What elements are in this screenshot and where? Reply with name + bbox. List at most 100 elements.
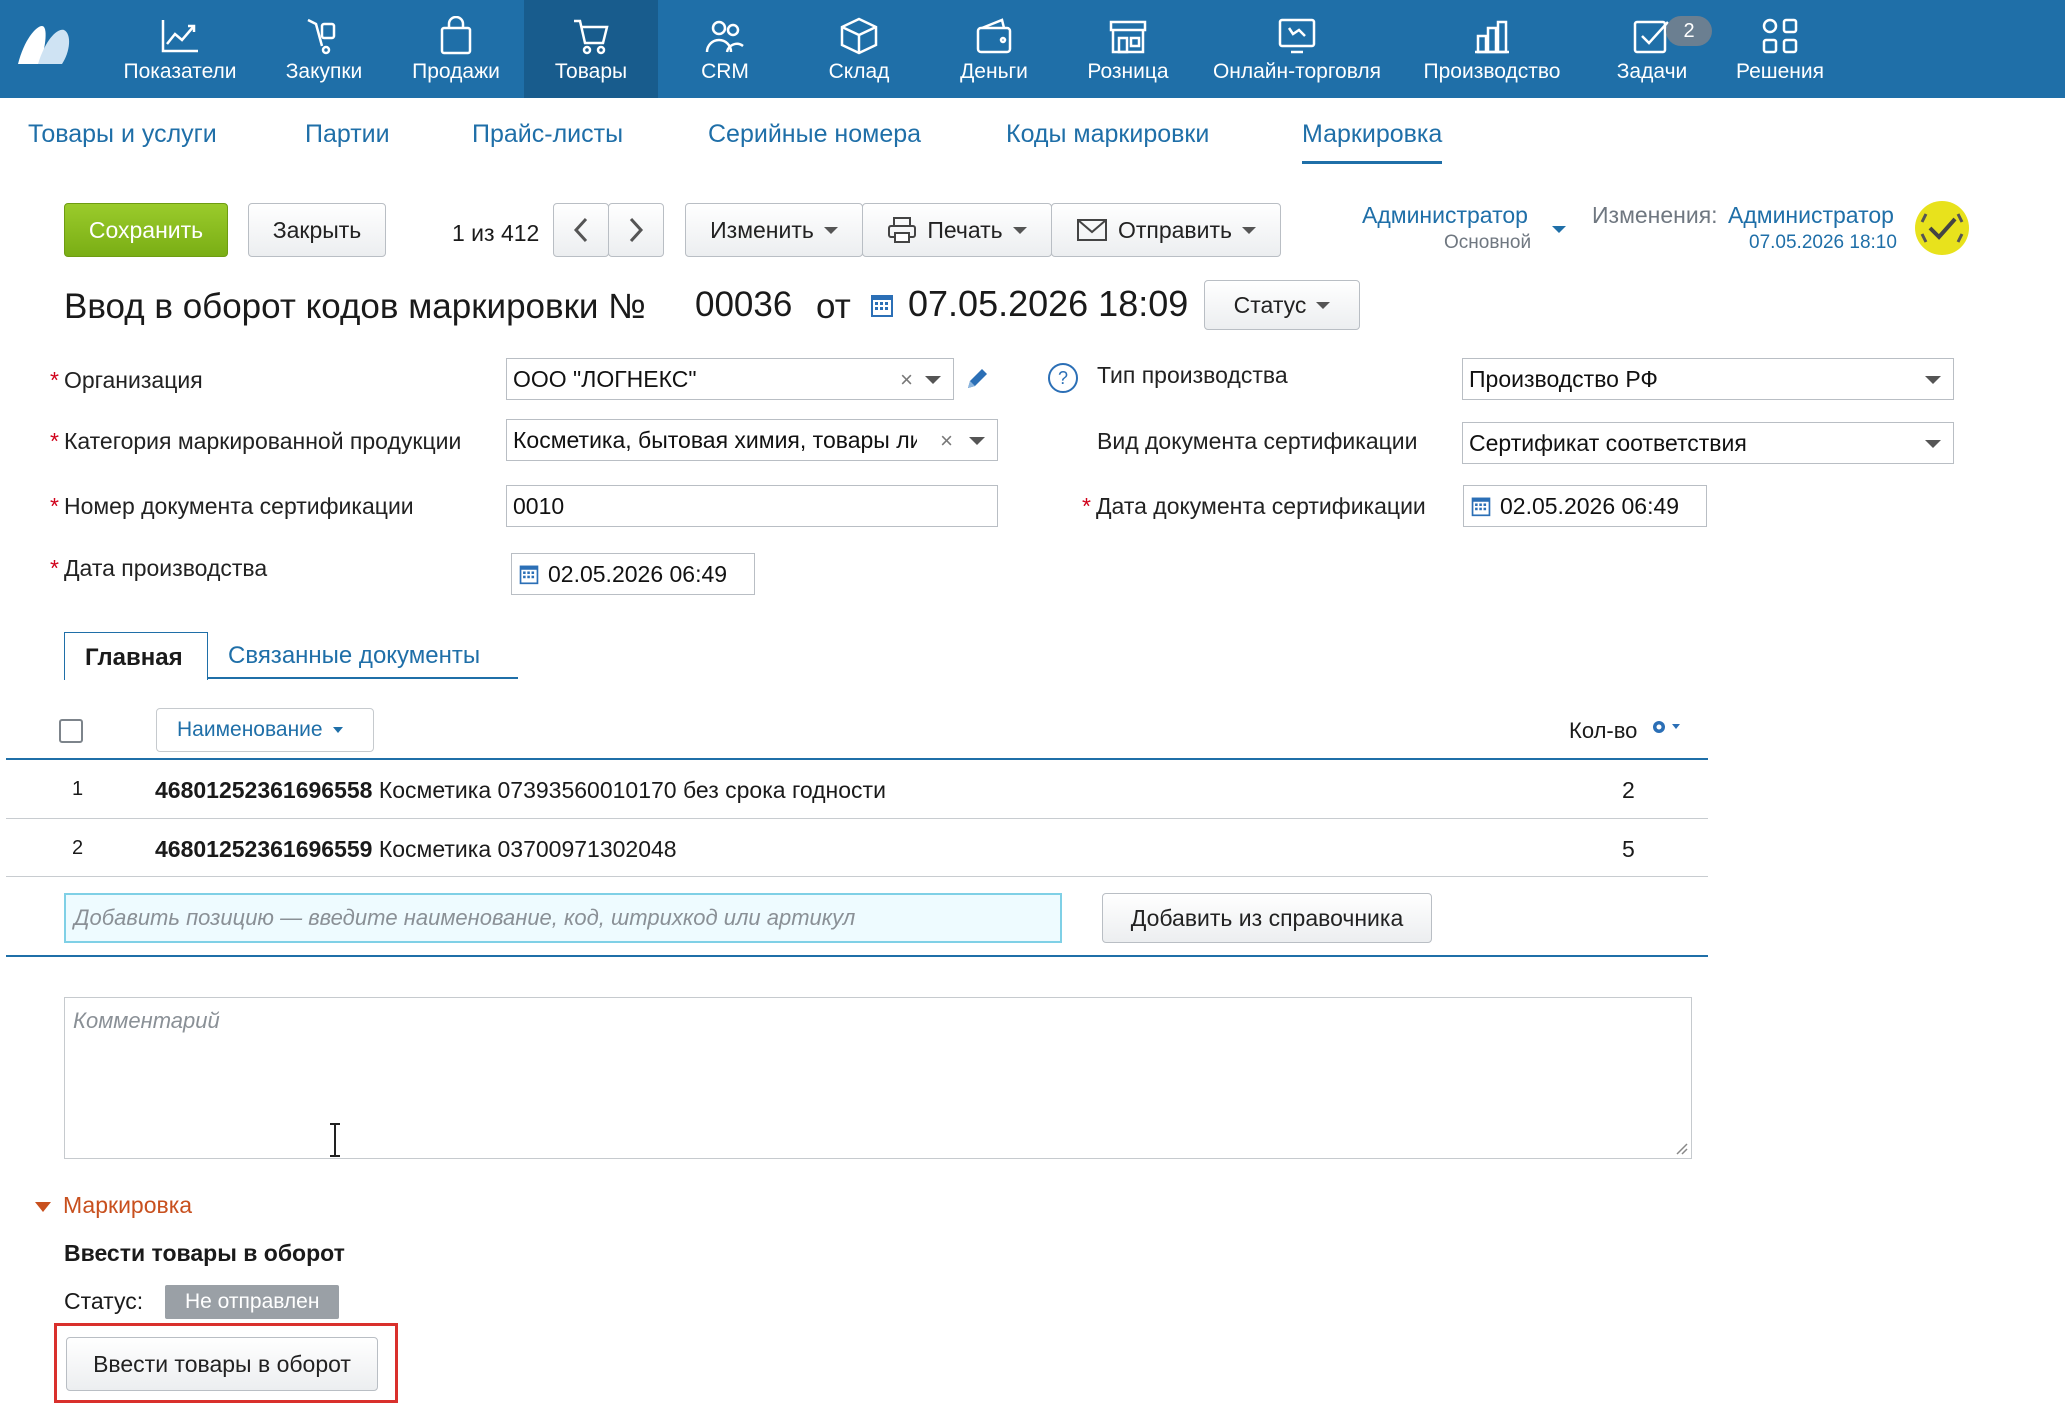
cert-number-input[interactable]: 0010 [506, 485, 998, 527]
collapse-triangle-icon[interactable] [34, 1200, 52, 1214]
cert-date-value: 02.05.2026 06:49 [1500, 492, 1680, 519]
select-all-checkbox[interactable] [59, 719, 83, 743]
row-product[interactable]: 46801252361696559 Косметика 037009713020… [155, 836, 677, 863]
production-type-value: Производство РФ [1469, 365, 1658, 392]
column-header-name[interactable]: Наименование [156, 708, 374, 752]
user-menu-caret-icon[interactable] [1552, 226, 1566, 233]
row-number: 2 [72, 837, 84, 859]
nav-money[interactable]: Деньги [946, 0, 1042, 98]
send-menu-button[interactable]: Отправить [1051, 203, 1281, 257]
subtab-price-lists[interactable]: Прайс-листы [472, 120, 623, 149]
nav-indicators[interactable]: Показатели [116, 0, 244, 98]
nav-purchases[interactable]: Закупки [274, 0, 374, 98]
nav-warehouse[interactable]: Склад [814, 0, 904, 98]
nav-solutions[interactable]: Решения [1726, 0, 1834, 98]
print-label: Печать [927, 216, 1003, 243]
marking-heading: Ввести товары в оборот [64, 1240, 345, 1266]
row-qty[interactable]: 5 [1622, 836, 1635, 863]
nav-label: Производство [1423, 60, 1561, 83]
tab-main-label: Главная [85, 644, 183, 671]
production-date-input[interactable]: 02.05.2026 06:49 [511, 553, 755, 595]
pencil-icon[interactable] [964, 366, 990, 392]
changes-user-link[interactable]: Администратор [1728, 202, 1894, 229]
dropdown-arrow-icon[interactable] [925, 376, 941, 384]
save-button[interactable]: Сохранить [64, 203, 228, 257]
chart-icon [158, 14, 202, 58]
subtab-serial-numbers[interactable]: Серийные номера [708, 120, 921, 149]
dropdown-arrow-icon[interactable] [1925, 376, 1941, 384]
sort-caret-icon [332, 727, 343, 733]
next-button[interactable] [608, 203, 664, 257]
wallet-icon [972, 14, 1016, 58]
cert-kind-select[interactable]: Сертификат соответствия [1462, 422, 1954, 464]
box-icon [837, 14, 881, 58]
dropdown-arrow-icon[interactable] [969, 437, 985, 445]
dropdown-arrow-icon[interactable] [1925, 440, 1941, 448]
help-icon[interactable]: ? [1047, 362, 1079, 394]
org-value: ООО "ЛОГНЕКС" [513, 365, 697, 392]
nav-label: Задачи [1616, 60, 1688, 83]
subtab-goods-services[interactable]: Товары и услуги [28, 120, 217, 149]
tab-related-docs[interactable]: Связанные документы [228, 642, 480, 670]
category-select[interactable]: Косметика, бытовая химия, товары личной … [506, 419, 998, 461]
status-button[interactable]: Статус [1204, 280, 1360, 330]
prev-button[interactable] [553, 203, 609, 257]
nav-production[interactable]: Производство [1414, 0, 1570, 98]
resize-handle-icon[interactable] [1674, 1141, 1688, 1155]
nav-sales[interactable]: Продажи [404, 0, 508, 98]
doc-from-label: от [816, 287, 851, 326]
row-product[interactable]: 46801252361696558 Косметика 073935600101… [155, 777, 886, 804]
close-button[interactable]: Закрыть [248, 203, 386, 257]
add-from-catalog-button[interactable]: Добавить из справочника [1102, 893, 1432, 943]
category-value: Косметика, бытовая химия, товары личной … [513, 426, 917, 453]
calendar-icon[interactable] [870, 292, 894, 318]
cert-number-value: 0010 [513, 492, 565, 519]
nav-retail[interactable]: Розница [1078, 0, 1178, 98]
nav-label: Показатели [123, 60, 237, 83]
put-into-circulation-button[interactable]: Ввести товары в оборот [66, 1337, 378, 1391]
calendar-icon[interactable] [1470, 495, 1492, 517]
clear-icon[interactable]: × [936, 428, 957, 454]
doc-number[interactable]: 00036 [695, 285, 792, 325]
logo-icon[interactable] [16, 20, 74, 68]
caret-down-icon [1012, 226, 1027, 234]
nav-label: Склад [828, 60, 890, 83]
chevron-right-icon [629, 217, 644, 243]
user-name-link[interactable]: Администратор [1362, 202, 1528, 229]
status-badge: Не отправлен [165, 1285, 340, 1319]
clear-icon[interactable]: × [900, 367, 913, 393]
subtab-batches[interactable]: Партии [305, 120, 390, 149]
nav-label: Товары [554, 60, 628, 83]
tab-main[interactable]: Главная [64, 632, 208, 680]
add-position-input[interactable]: Добавить позицию — введите наименование,… [64, 893, 1062, 943]
send-label: Отправить [1117, 216, 1233, 243]
svg-text:?: ? [1058, 368, 1068, 388]
row-divider [6, 818, 1708, 819]
sync-status-icon[interactable] [1914, 200, 1970, 256]
nav-tasks[interactable]: Задачи [1604, 0, 1700, 98]
store-icon [1106, 14, 1150, 58]
cert-date-label: * Дата документа сертификации [1082, 493, 1426, 519]
doc-date[interactable]: 07.05.2026 18:09 [908, 283, 1188, 325]
subtab-marking[interactable]: Маркировка [1302, 120, 1443, 164]
chevron-left-icon [573, 217, 588, 243]
comment-textarea[interactable]: Комментарий [64, 997, 1692, 1159]
shopping-cart-icon [569, 14, 613, 58]
production-type-select[interactable]: Производство РФ [1462, 358, 1954, 400]
subtab-marking-codes[interactable]: Коды маркировки [1006, 120, 1209, 149]
nav-crm[interactable]: CRM [680, 0, 770, 98]
page-title: Ввод в оборот кодов маркировки № [64, 287, 646, 326]
edit-menu-button[interactable]: Изменить [685, 203, 863, 257]
top-navigation: Показатели Закупки Продажи Товары CRM Ск… [0, 0, 2065, 98]
nav-goods[interactable]: Товары [524, 0, 658, 98]
nav-online-trade[interactable]: Онлайн-торговля [1206, 0, 1388, 98]
production-type-label: Тип производства [1097, 362, 1288, 388]
calendar-icon[interactable] [518, 563, 540, 585]
cert-date-input[interactable]: 02.05.2026 06:49 [1463, 485, 1707, 527]
row-qty[interactable]: 2 [1622, 777, 1635, 804]
org-select[interactable]: ООО "ЛОГНЕКС" × [506, 358, 954, 400]
column-header-qty[interactable]: Кол-во [1569, 718, 1637, 744]
print-menu-button[interactable]: Печать [862, 203, 1052, 257]
gear-icon[interactable] [1650, 718, 1686, 738]
marking-section-toggle[interactable]: Маркировка [63, 1192, 192, 1219]
